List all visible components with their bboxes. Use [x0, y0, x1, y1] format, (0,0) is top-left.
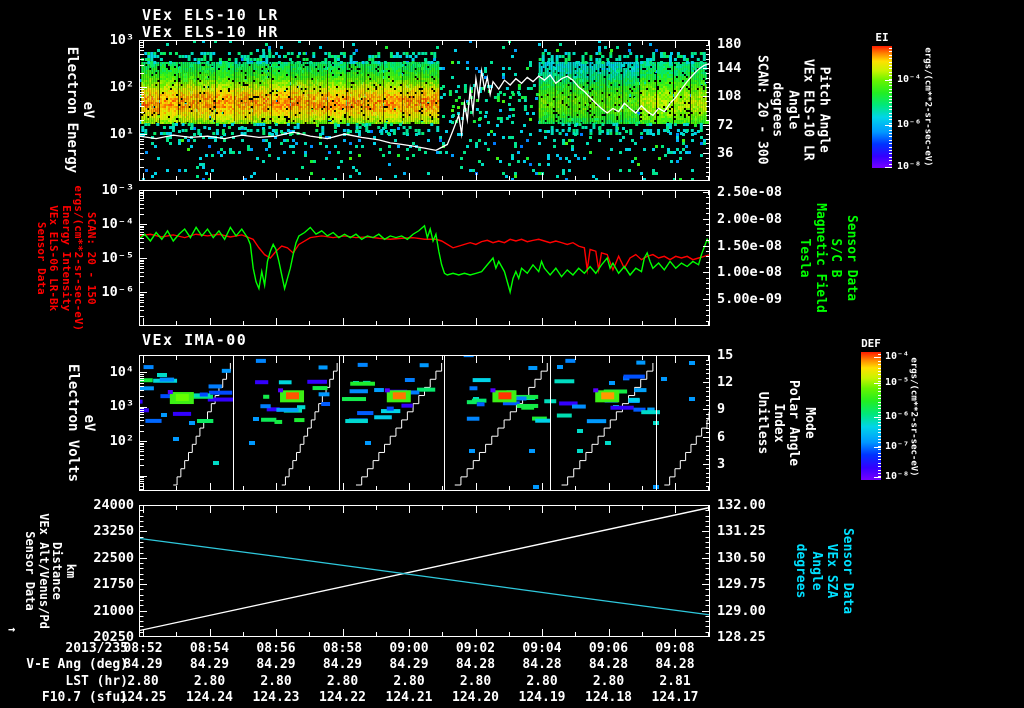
axis-tick-label: 5.00e-09	[717, 291, 783, 308]
axis-tick-label: 12	[717, 374, 734, 391]
panel3-title: VEx IMA-00	[142, 331, 248, 349]
footer-value-cell: 84.28	[455, 657, 496, 672]
axis-tick-label: 129.75	[717, 576, 766, 593]
axis-tick-label: 10¹	[109, 125, 134, 142]
footer-value-cell: 08:56	[256, 641, 296, 656]
axis-tick-label: 10⁻³	[101, 182, 134, 198]
axis-tick-label: 10⁻⁸	[885, 471, 910, 482]
footer-value-cell: 2.80	[592, 673, 625, 689]
axis-tick-label: 21750	[93, 576, 134, 593]
footer-value-cell: 2.80	[260, 673, 292, 689]
footer-value-cell: 09:02	[455, 641, 496, 656]
footer-value-cell: 09:08	[655, 641, 695, 656]
footer-value-cell: 2.80	[193, 673, 226, 689]
axis-tick-label: 10⁻⁶	[885, 411, 910, 422]
axis-tick-label: 23250	[93, 523, 134, 540]
axis-tick-label: 72	[717, 116, 734, 133]
footer-value-cell: 124.25	[119, 690, 167, 705]
footer-value-cell: 2.80	[127, 673, 159, 689]
footer-value-cell: 124.19	[518, 690, 566, 705]
footer-value-cell: 84.29	[123, 657, 163, 672]
footer-value-cell: 08:52	[123, 641, 163, 656]
axis-tick-label: 131.25	[717, 523, 766, 540]
axis-tick-label: 180	[717, 36, 742, 52]
footer-value-cell: 124.24	[186, 690, 233, 705]
axis-tick-label: 10⁻⁴	[885, 351, 910, 362]
axis-tick-label: 144	[717, 60, 742, 77]
panel2-intensity-bfield-canvas	[139, 190, 710, 326]
axis-tick-label: 21000	[93, 602, 134, 619]
axis-tick-label: 129.00	[717, 602, 766, 619]
colorbar2-def	[861, 352, 881, 480]
footer-value-cell: 2.80	[459, 673, 492, 689]
footer-value-cell: 2.80	[526, 673, 558, 689]
axis-tick-label: 6	[717, 428, 726, 445]
axis-tick-label: 9	[717, 401, 726, 418]
axis-tick-label: 10⁴	[109, 364, 134, 380]
axis-tick-label: 1.50e-08	[717, 237, 783, 254]
footer-value-cell: 84.29	[256, 657, 296, 672]
panel1-title-hr: VEx ELS-10 HR	[142, 23, 279, 41]
axis-tick-label: 10⁻⁷	[885, 441, 910, 452]
footer-value-cell: 2.80	[393, 673, 425, 689]
axis-tick-label: 10³	[109, 398, 134, 414]
axis-tick-label: 10⁻⁶	[897, 119, 922, 130]
orbit-direction-marker: →	[8, 622, 16, 636]
footer-value-cell: 124.17	[651, 690, 699, 705]
footer-value-cell: 124.18	[585, 690, 632, 705]
footer-value-cell: 124.20	[452, 690, 499, 705]
footer-value-cell: 08:54	[189, 641, 230, 656]
axis-tick-label: 1.00e-08	[717, 264, 783, 281]
axis-tick-label: 2.50e-08	[717, 184, 783, 200]
colorbar1-ei	[872, 46, 892, 168]
axis-tick-label: 22500	[93, 549, 134, 566]
footer-value-cell: 124.21	[385, 690, 433, 705]
axis-tick-label: 2.00e-08	[717, 210, 783, 227]
axis-tick-label: 108	[717, 88, 742, 105]
axis-tick-label: 132.00	[717, 497, 766, 513]
footer-value-cell: 84.28	[655, 657, 695, 672]
footer-value-cell: 124.22	[319, 690, 366, 705]
footer-value-cell: 08:58	[322, 641, 363, 656]
axis-tick-label: 15	[717, 347, 734, 363]
footer-value-cell: 2.80	[326, 673, 359, 689]
panel1-els-spectrogram-canvas	[139, 40, 710, 181]
colorbar2-title: DEF	[861, 337, 881, 350]
panel1-title-lr: VEx ELS-10 LR	[142, 6, 279, 24]
panel4-altitude-sza-canvas	[139, 505, 710, 637]
axis-tick-label: 10⁻⁴	[897, 74, 922, 85]
footer-value-cell: 84.29	[322, 657, 363, 672]
vex-orbit-plot-figure: VEx ELS-10 LR VEx ELS-10 HR VEx IMA-00 E…	[0, 0, 1024, 708]
axis-tick-label: 10⁻⁵	[101, 250, 134, 266]
footer-value-cell: 84.29	[389, 657, 429, 672]
axis-tick-label: 36	[717, 144, 734, 161]
axis-tick-label: 128.25	[717, 629, 766, 645]
footer-value-cell: 84.28	[588, 657, 629, 672]
footer-value-cell: 09:04	[522, 641, 562, 656]
axis-tick-label: 10⁻⁴	[101, 216, 134, 232]
colorbar1-title: EI	[875, 31, 889, 44]
footer-value-cell: 84.28	[522, 657, 562, 672]
footer-value-cell: 124.23	[252, 690, 300, 705]
axis-tick-label: 10³	[109, 32, 134, 48]
axis-tick-label: 10²	[109, 79, 134, 95]
axis-tick-label: 10⁻⁸	[897, 161, 922, 172]
panel3-ima-spectrogram-canvas	[139, 355, 710, 491]
footer-value-cell: 09:06	[588, 641, 629, 656]
axis-tick-label: 10⁻⁶	[101, 284, 134, 300]
axis-tick-label: 130.50	[717, 549, 766, 566]
footer-value-cell: 09:00	[389, 641, 429, 656]
footer-value-cell: 84.29	[189, 657, 230, 672]
axis-tick-label: 3	[717, 455, 726, 472]
footer-value-cell: 2.81	[659, 673, 691, 689]
axis-tick-label: 10²	[109, 433, 134, 449]
axis-tick-label: 24000	[93, 497, 134, 513]
axis-tick-label: 10⁻⁵	[885, 377, 910, 388]
